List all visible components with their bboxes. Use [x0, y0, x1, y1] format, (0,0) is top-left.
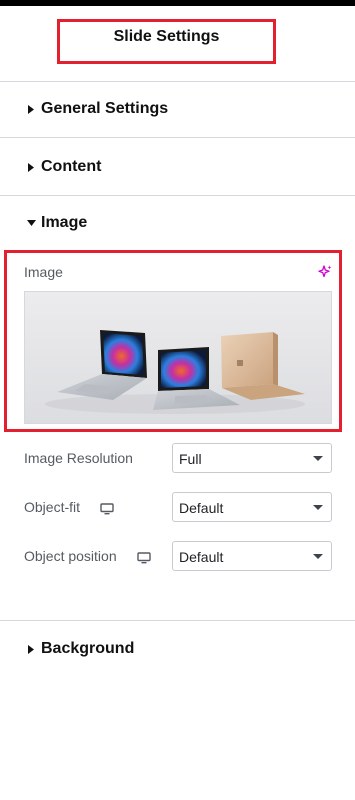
desktop-icon[interactable]	[137, 551, 151, 564]
caret-down-icon	[26, 218, 36, 228]
title-highlight: Slide Settings	[57, 19, 276, 64]
image-label: Image	[24, 264, 63, 280]
section-background[interactable]: Background	[0, 629, 355, 669]
divider	[0, 620, 355, 621]
section-image[interactable]: Image	[0, 203, 355, 243]
object-fit-value: Default	[179, 500, 224, 516]
object-position-select[interactable]: Default	[172, 541, 332, 571]
section-label: General Settings	[41, 100, 169, 117]
section-general-settings[interactable]: General Settings	[0, 89, 355, 129]
caret-right-icon	[26, 162, 36, 172]
caret-right-icon	[26, 644, 36, 654]
laptops-image	[25, 292, 331, 423]
sparkle-icon[interactable]	[317, 264, 333, 280]
divider	[0, 137, 355, 138]
section-label: Image	[41, 214, 88, 231]
object-position-label: Object position	[24, 548, 117, 564]
object-fit-select[interactable]: Default	[172, 492, 332, 522]
top-bar	[0, 0, 355, 6]
image-resolution-value: Full	[179, 451, 202, 467]
image-resolution-label: Image Resolution	[24, 450, 133, 466]
section-label: Background	[41, 640, 135, 657]
image-preview[interactable]	[24, 291, 332, 424]
section-label: Content	[41, 158, 102, 175]
desktop-icon[interactable]	[100, 502, 114, 515]
object-position-value: Default	[179, 549, 224, 565]
panel-title: Slide Settings	[113, 28, 220, 45]
divider	[0, 81, 355, 82]
caret-right-icon	[26, 104, 36, 114]
divider	[0, 195, 355, 196]
chevron-down-icon	[313, 505, 323, 510]
image-resolution-select[interactable]: Full	[172, 443, 332, 473]
section-content[interactable]: Content	[0, 147, 355, 187]
chevron-down-icon	[313, 456, 323, 461]
chevron-down-icon	[313, 554, 323, 559]
object-fit-label: Object-fit	[24, 499, 81, 515]
